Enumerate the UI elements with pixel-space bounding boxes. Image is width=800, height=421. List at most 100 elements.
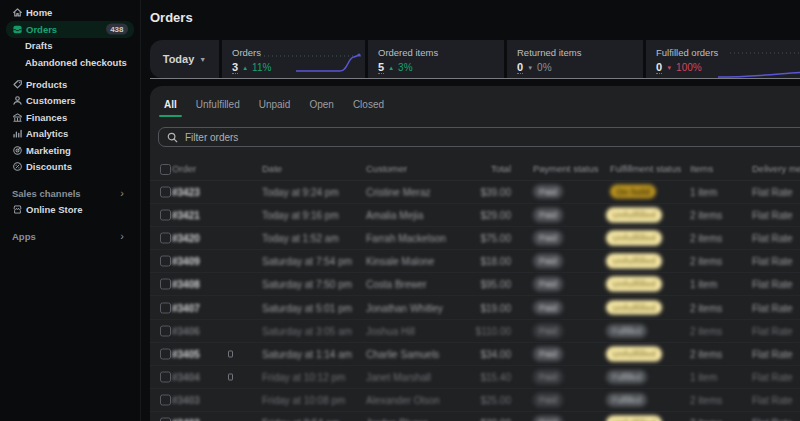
sidebar-item-abandoned-checkouts[interactable]: Abandoned checkouts bbox=[6, 54, 134, 71]
order-row[interactable]: #3421Today at 9:16 pmAmalia Mejia$29.00P… bbox=[150, 204, 800, 227]
fulfillment-status-pill: Unfulfilled bbox=[606, 207, 662, 222]
order-number[interactable]: #3403 bbox=[172, 395, 200, 406]
payment-status-badge: Paid bbox=[533, 231, 563, 246]
column-header-order[interactable]: Order bbox=[172, 163, 196, 174]
row-checkbox[interactable] bbox=[160, 325, 171, 336]
row-checkbox[interactable] bbox=[160, 279, 171, 290]
tab-unpaid[interactable]: Unpaid bbox=[251, 91, 299, 117]
order-items-count: 2 items bbox=[690, 348, 722, 359]
payment-status-pill: Paid bbox=[533, 277, 563, 292]
sidebar-section-sales-channels: Sales channels›Online Store bbox=[0, 185, 140, 218]
metric-value: 3 bbox=[232, 61, 238, 74]
sidebar: HomeOrders438 Drafts Abandoned checkouts Pr… bbox=[0, 0, 141, 421]
order-row[interactable]: #3402Friday at 9:54 pmJordan Rivera$30.0… bbox=[150, 412, 800, 421]
tab-unfulfilled[interactable]: Unfulfilled bbox=[188, 91, 248, 117]
row-checkbox[interactable] bbox=[160, 186, 171, 197]
order-row[interactable]: #3403Friday at 10:08 pmAlexander Olson$2… bbox=[150, 389, 800, 412]
tab-open[interactable]: Open bbox=[301, 91, 341, 117]
order-items-count: 1 item bbox=[690, 279, 717, 290]
sidebar-item-drafts[interactable]: Drafts bbox=[6, 38, 134, 55]
order-total: $110.00 bbox=[466, 325, 511, 336]
row-checkbox[interactable] bbox=[160, 302, 171, 313]
metric-fulfilled-orders[interactable]: Fulfilled orders0▼100% bbox=[646, 40, 800, 78]
sidebar-section-header-sales-channels[interactable]: Sales channels› bbox=[0, 185, 140, 202]
order-number[interactable]: #3423 bbox=[172, 186, 200, 197]
order-number[interactable]: #3409 bbox=[172, 256, 200, 267]
page-title: Orders bbox=[150, 10, 193, 25]
order-row[interactable]: #3406Saturday at 3:05 amJoshua Hill$110.… bbox=[150, 320, 800, 343]
date-range-selector[interactable]: Today▼ bbox=[150, 40, 219, 78]
fulfillment-status-pill: Unfulfilled bbox=[606, 347, 662, 362]
sidebar-item-marketing[interactable]: Marketing bbox=[6, 142, 134, 159]
order-date: Saturday at 7:50 pm bbox=[262, 279, 352, 290]
metric-delta: 100% bbox=[676, 62, 702, 73]
column-header-fulfillment-status[interactable]: Fulfillment status bbox=[610, 163, 681, 174]
order-customer: Joshua Hill bbox=[366, 325, 415, 336]
order-row[interactable]: #3405Saturday at 1:14 amCharlie Samuels$… bbox=[150, 343, 800, 366]
column-header-customer[interactable]: Customer bbox=[366, 163, 407, 174]
select-all-checkbox[interactable] bbox=[160, 164, 171, 175]
order-number[interactable]: #3420 bbox=[172, 232, 200, 243]
filter-orders-input[interactable]: Filter orders bbox=[158, 127, 800, 147]
order-row[interactable]: #3423Today at 9:24 pmCristine Meraz$39.0… bbox=[150, 181, 800, 204]
order-items-count: 2 items bbox=[690, 395, 722, 406]
sidebar-item-discounts[interactable]: Discounts bbox=[6, 159, 134, 176]
sidebar-item-customers[interactable]: Customers bbox=[6, 93, 134, 110]
sidebar-item-products[interactable]: Products bbox=[6, 76, 134, 93]
row-checkbox[interactable] bbox=[160, 209, 171, 220]
order-date: Saturday at 1:14 am bbox=[262, 348, 352, 359]
tab-label: All bbox=[164, 99, 177, 110]
metric-ordered-items[interactable]: Ordered items5▲3% bbox=[368, 40, 504, 78]
order-number[interactable]: #3405 bbox=[172, 348, 200, 359]
column-header-date[interactable]: Date bbox=[262, 163, 282, 174]
fulfillment-status-badge: Fulfilled bbox=[606, 393, 647, 407]
sidebar-item-label: Drafts bbox=[25, 40, 52, 51]
order-number[interactable]: #3406 bbox=[172, 325, 200, 336]
table-body: #3423Today at 9:24 pmCristine Meraz$39.0… bbox=[150, 181, 800, 421]
sidebar-item-analytics[interactable]: Analytics bbox=[6, 126, 134, 143]
row-checkbox[interactable] bbox=[160, 395, 171, 406]
sidebar-section-label: Apps bbox=[12, 231, 36, 242]
row-checkbox[interactable] bbox=[160, 372, 171, 383]
sidebar-item-orders[interactable]: Orders438 bbox=[6, 21, 134, 38]
order-row[interactable]: #3409Saturday at 7:54 pmKinsale Malone$1… bbox=[150, 250, 800, 273]
sidebar-section-header-apps[interactable]: Apps› bbox=[0, 228, 140, 245]
payment-status-badge: Paid bbox=[533, 416, 563, 421]
chevron-right-icon: › bbox=[120, 187, 124, 199]
order-number[interactable]: #3407 bbox=[172, 302, 200, 313]
payment-status-badge: Paid bbox=[533, 184, 563, 199]
sidebar-item-online-store[interactable]: Online Store bbox=[6, 202, 134, 219]
order-number[interactable]: #3408 bbox=[172, 279, 200, 290]
payment-status-pill: Paid bbox=[533, 184, 563, 199]
order-total: $39.00 bbox=[466, 186, 511, 197]
column-header-items[interactable]: Items bbox=[690, 163, 713, 174]
row-checkbox[interactable] bbox=[160, 348, 171, 359]
order-number[interactable]: #3421 bbox=[172, 209, 200, 220]
order-delivery-method: Flat Rate bbox=[752, 209, 793, 220]
column-header-total[interactable]: Total bbox=[466, 163, 511, 174]
caret-down-icon: ▼ bbox=[199, 56, 206, 63]
tab-all[interactable]: All bbox=[156, 91, 185, 117]
order-row[interactable]: #3420Today at 1:52 amFarrah Mackelson$75… bbox=[150, 227, 800, 250]
order-note-icon bbox=[228, 374, 233, 381]
sidebar-item-finances[interactable]: Finances bbox=[6, 109, 134, 126]
order-row[interactable]: #3407Saturday at 5:01 pmJonathan Whitley… bbox=[150, 296, 800, 319]
order-number[interactable]: #3404 bbox=[172, 372, 200, 383]
tab-label: Unfulfilled bbox=[196, 99, 240, 110]
order-customer: Cristine Meraz bbox=[366, 186, 430, 197]
metric-orders[interactable]: Orders3▲11% bbox=[222, 40, 365, 78]
column-header-payment-status[interactable]: Payment status bbox=[533, 163, 598, 174]
order-total: $34.00 bbox=[466, 348, 511, 359]
sidebar-item-home[interactable]: Home bbox=[6, 5, 134, 22]
column-header-delivery-method[interactable]: Delivery method bbox=[752, 163, 800, 174]
order-date: Friday at 10:12 pm bbox=[262, 372, 345, 383]
order-row[interactable]: #3404Friday at 10:12 pmJanet Marshall$15… bbox=[150, 366, 800, 389]
discounts-icon bbox=[12, 161, 23, 172]
order-row[interactable]: #3408Saturday at 7:50 pmCosta Brewer$95.… bbox=[150, 273, 800, 296]
payment-status-pill: Paid bbox=[533, 393, 563, 408]
metric-returned-items[interactable]: Returned items0▼0% bbox=[507, 40, 643, 78]
tab-closed[interactable]: Closed bbox=[345, 91, 392, 117]
order-delivery-method: Flat Rate bbox=[752, 232, 793, 243]
row-checkbox[interactable] bbox=[160, 232, 171, 243]
row-checkbox[interactable] bbox=[160, 256, 171, 267]
